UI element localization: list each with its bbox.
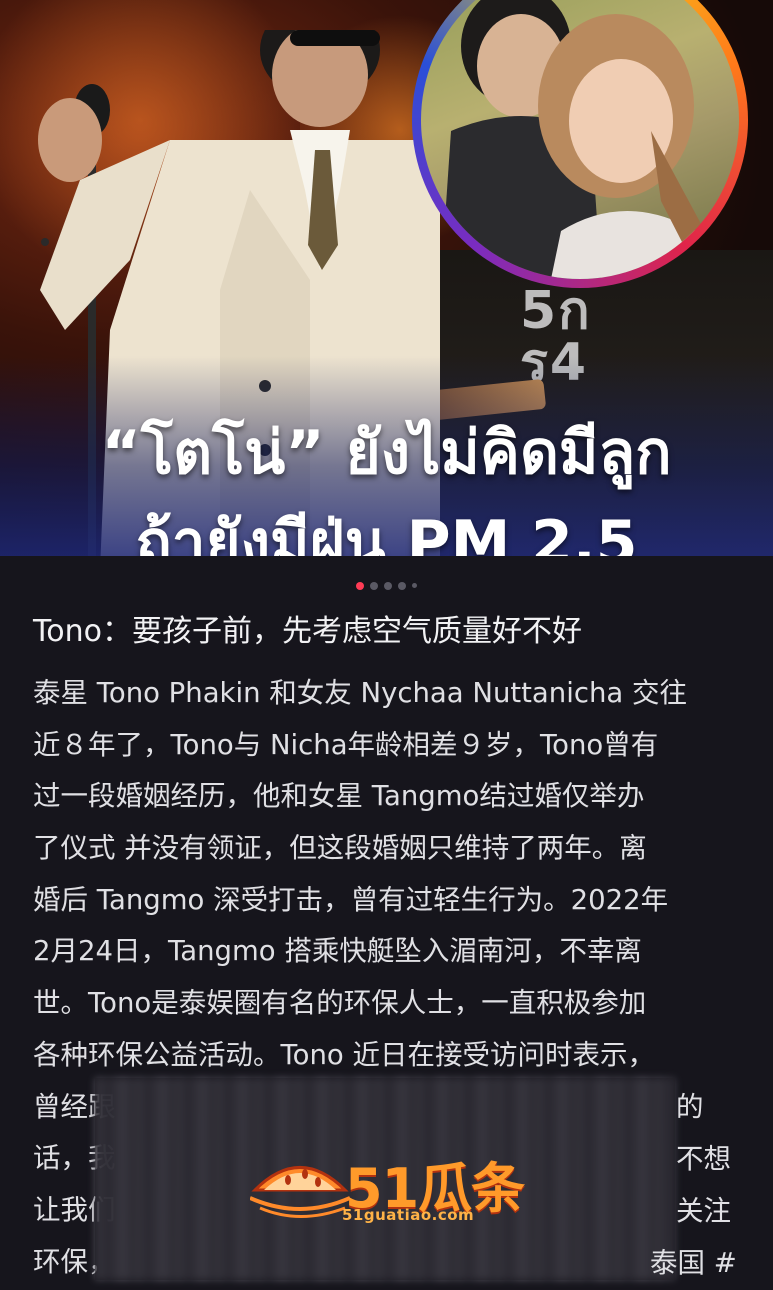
body-fragment: 泰国 # xyxy=(650,1247,737,1279)
body-line: 泰星 Tono Phakin 和女友 Nychaa Nuttanicha 交往 xyxy=(33,677,687,709)
carousel-dot-2[interactable] xyxy=(370,581,378,590)
body-line: 过一段婚姻经历，他和女星 Tangmo结过婚仅举办 xyxy=(33,780,645,813)
carousel-dot-4[interactable] xyxy=(398,581,406,590)
body-line: 婚后 Tangmo 深受打击，曾有过轻生行为。2022年 xyxy=(33,883,669,916)
headline-line-1: “โตโน่” ยังไม่คิดมีลูก xyxy=(101,418,672,488)
body-line: 各种环保公益活动。Tono 近日在接受访问时表示， xyxy=(33,1038,655,1071)
watermelon-icon xyxy=(250,1166,350,1218)
post-title: Tono：要孩子前，先考虑空气质量好不好 xyxy=(33,614,582,649)
hero-headline: “โตโน่” ยังไม่คิดมีลูก ถ้ายังมีฝุ่น PM 2… xyxy=(0,408,773,556)
body-fragment: 关注 xyxy=(676,1195,731,1227)
carousel-dot-5[interactable] xyxy=(412,583,417,588)
headline-line-2: ถ้ายังมีฝุ่น PM 2.5 xyxy=(135,508,638,556)
watermark-url: 51guatiao.com xyxy=(342,1206,475,1224)
hero-image[interactable]: 5กร4 xyxy=(0,0,773,556)
body-line: 世。Tono是泰娱圈有名的环保人士，一直积极参加 xyxy=(33,987,647,1020)
carousel-dot-3[interactable] xyxy=(384,581,392,590)
carousel-dot-1[interactable] xyxy=(356,581,364,590)
carousel-indicator[interactable] xyxy=(0,575,773,590)
body-line: 2月24日，Tangmo 搭乘快艇坠入湄南河，不幸离 xyxy=(33,935,642,968)
body-line: 近８年了，Tono与 Nicha年龄相差９岁，Tono曾有 xyxy=(33,728,659,761)
body-line: 了仪式 并没有领证，但这段婚姻只维持了两年。离 xyxy=(33,832,647,865)
body-fragment: 不想 xyxy=(676,1143,731,1175)
watermark-logo: 51瓜条 51guatiao.com xyxy=(250,1150,530,1230)
body-fragment: 的 xyxy=(676,1091,704,1123)
